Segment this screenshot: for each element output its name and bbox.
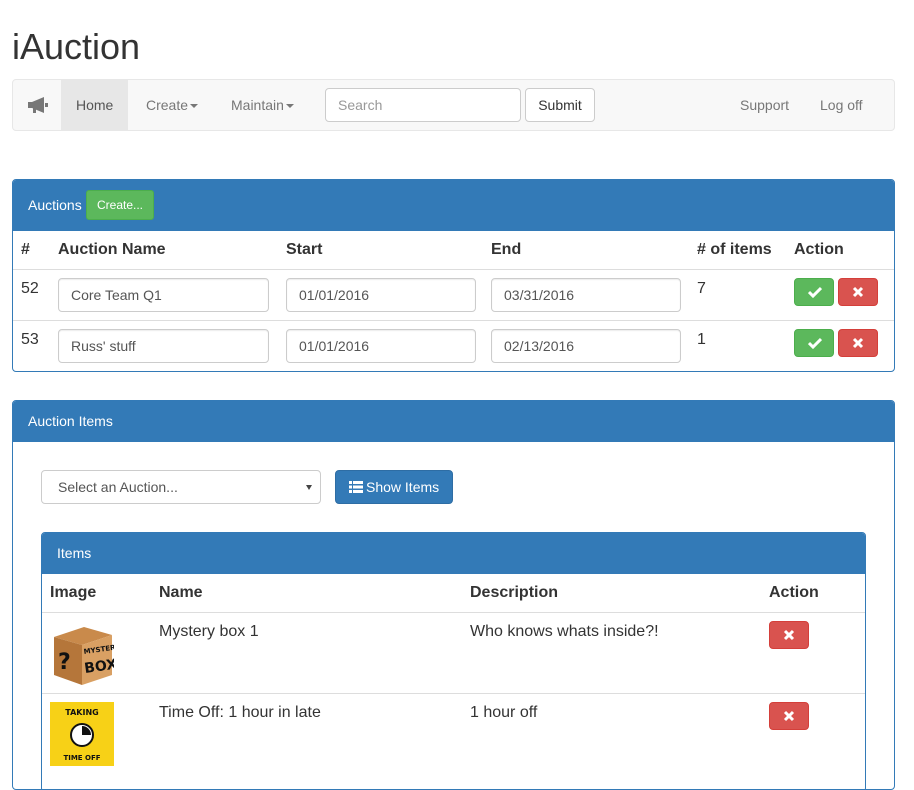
nav-maintain-label: Maintain [231,97,284,113]
svg-text:TIME OFF: TIME OFF [63,754,100,762]
auction-end-input[interactable] [491,277,681,312]
auction-name-input[interactable] [58,328,269,363]
auction-id: 52 [21,279,39,297]
delete-auction-button[interactable] [837,277,878,306]
table-row: TAKING TIME OFF Time Off: 1 hour in late… [42,693,865,774]
item-description: 1 hour off [470,703,538,721]
dropdown-arrow-icon [306,485,312,490]
items-panel-heading: Items [42,533,865,574]
save-auction-button[interactable] [794,328,834,357]
auction-item-count: 7 [697,279,706,297]
items-panel-title: Items [57,545,92,561]
delete-auction-button[interactable] [837,328,878,357]
show-items-button[interactable]: Show Items [335,470,453,504]
auction-start-cell [285,320,490,371]
table-row: 52 7 [13,269,894,320]
close-icon [783,629,795,640]
col-id-header: # [21,240,30,258]
auction-start-input[interactable] [286,277,476,312]
nav-support[interactable]: Support [725,80,804,130]
item-description: Who knows whats inside?! [470,622,659,640]
item-image-cell: ? MYSTERY BOX [42,612,158,693]
auction-item-count: 1 [697,330,706,348]
table-row: 53 1 [13,320,894,371]
nav-logoff[interactable]: Log off [805,80,878,130]
item-action-cell [768,612,865,693]
auctions-header-row: # Auction Name Start End # of items Acti… [13,231,894,269]
item-action-cell [768,693,865,774]
col-end-header: End [491,240,522,258]
close-icon [852,337,863,348]
auction-action-cell [793,320,894,371]
auction-select[interactable]: Select an Auction... [41,470,321,504]
auctions-panel-heading: Auctions Create... [13,180,894,231]
auctions-panel-title: Auctions [28,197,82,213]
col-start-header: Start [286,240,323,258]
auction-action-cell [793,269,894,320]
auction-end-cell [490,320,696,371]
auctions-table: # Auction Name Start End # of items Acti… [13,231,894,371]
col-image-header: Image [50,583,97,601]
items-header-row: Image Name Description Action [42,574,865,612]
navbar: Home Create Maintain Submit Support Log … [12,79,895,131]
submit-button[interactable]: Submit [525,88,595,122]
nav-home[interactable]: Home [61,80,129,130]
megaphone-icon[interactable] [27,96,49,114]
auction-items-panel-title: Auction Items [28,413,113,429]
col-name-header: Name [159,583,203,601]
col-name-header: Auction Name [58,240,166,258]
show-items-label: Show Items [366,479,440,495]
time-off-image: TAKING TIME OFF [50,701,114,766]
svg-text:TAKING: TAKING [65,708,98,717]
items-table: Image Name Description Action ? MYSTERY [42,574,865,774]
close-icon [852,286,863,297]
mystery-box-image: ? MYSTERY BOX [54,626,122,685]
auction-start-input[interactable] [286,328,476,363]
auction-name-cell [57,269,285,320]
item-image-cell: TAKING TIME OFF [42,693,158,774]
auction-items-panel: Auction Items Select an Auction... Show … [12,400,895,790]
caret-down-icon [285,104,294,109]
col-items-header: # of items [697,240,772,258]
auction-select-value: Select an Auction... [58,479,178,495]
delete-item-button[interactable] [769,620,809,649]
caret-down-icon [190,104,199,109]
col-action-header: Action [794,240,844,258]
delete-item-button[interactable] [769,701,809,730]
auction-id: 53 [21,330,39,348]
check-icon [808,337,822,349]
auctions-panel: Auctions Create... # Auction Name Start … [12,179,895,372]
col-description-header: Description [470,583,559,601]
item-name: Mystery box 1 [159,622,259,640]
search-input[interactable] [325,88,521,122]
nav-create-label: Create [146,97,189,113]
check-icon [808,286,822,298]
auction-end-cell [490,269,696,320]
create-auction-button[interactable]: Create... [86,190,154,220]
items-panel: Items Image Name Description Action ? MY… [41,532,866,789]
item-name: Time Off: 1 hour in late [159,703,321,721]
app-title: iAuction [12,26,141,67]
table-row: ? MYSTERY BOX Mystery box 1 Who knows wh… [42,612,865,693]
nav-create-dropdown[interactable]: Create [131,80,213,130]
auction-end-input[interactable] [491,328,681,363]
th-list-icon [349,481,363,493]
auction-name-cell [57,320,285,371]
question-mark-glyph: ? [58,650,71,675]
close-icon [783,710,795,721]
auction-start-cell [285,269,490,320]
col-action-header: Action [769,583,819,601]
auction-items-panel-heading: Auction Items [13,401,894,442]
save-auction-button[interactable] [794,277,834,306]
auction-name-input[interactable] [58,277,269,312]
nav-maintain-dropdown[interactable]: Maintain [216,80,309,130]
